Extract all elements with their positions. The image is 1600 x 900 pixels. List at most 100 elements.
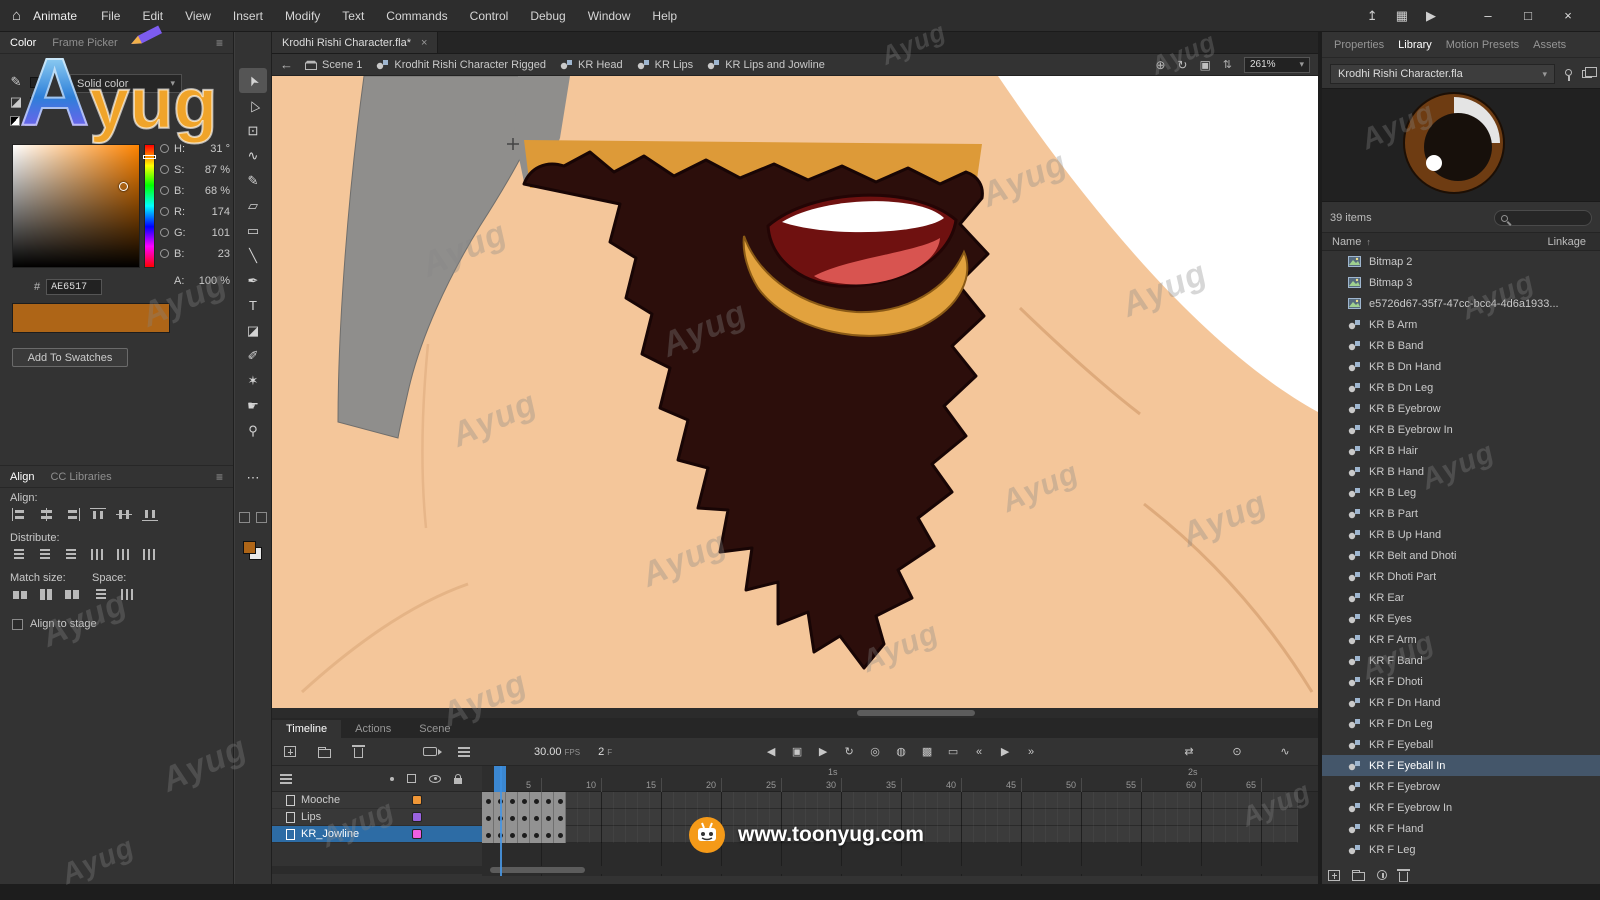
timeline-frame-cell[interactable]: [1106, 826, 1118, 843]
clip-content-icon[interactable]: ▣: [1199, 58, 1210, 72]
saturation-brightness-picker[interactable]: [12, 144, 140, 268]
timeline-frame-cell[interactable]: [506, 826, 518, 843]
item-properties-button[interactable]: [1377, 870, 1387, 880]
outline-column-icon[interactable]: [407, 774, 416, 783]
alpha-value[interactable]: 100 %: [199, 275, 230, 287]
lock-column-icon[interactable]: [454, 778, 462, 784]
timeline-frame-cell[interactable]: [1262, 792, 1274, 809]
timeline-frame-cell[interactable]: [1082, 792, 1094, 809]
timeline-frame-cell[interactable]: [734, 826, 746, 843]
breadcrumb-item[interactable]: Scene 1: [305, 59, 362, 71]
timeline-frame-cell[interactable]: [938, 826, 950, 843]
Bitmap 3[interactable]: Bitmap 3: [1322, 272, 1600, 293]
eyedropper-tool[interactable]: ✐: [239, 343, 267, 368]
timeline-frame-cell[interactable]: [686, 792, 698, 809]
KR B Eyebrow In[interactable]: KR B Eyebrow In: [1322, 419, 1600, 440]
timeline-frame-cell[interactable]: [878, 792, 890, 809]
timeline-frame-cell[interactable]: [1238, 809, 1250, 826]
breadcrumb-item[interactable]: Krodhit Rishi Character Rigged: [376, 59, 546, 71]
timeline-frame-cell[interactable]: [554, 809, 566, 826]
menubar-menu[interactable]: Text: [342, 9, 364, 23]
KR F Eyeball[interactable]: KR F Eyeball: [1322, 734, 1600, 755]
timeline-frame-cell[interactable]: [950, 792, 962, 809]
distribute-bottom-button[interactable]: [60, 544, 84, 564]
timeline-frame-cell[interactable]: [986, 809, 998, 826]
scrollbar-thumb[interactable]: [490, 867, 585, 873]
new-symbol-button[interactable]: [1328, 870, 1340, 881]
timeline-frame-cell[interactable]: [566, 809, 578, 826]
timeline-frame-cell[interactable]: [878, 826, 890, 843]
tool-option-button[interactable]: [256, 512, 267, 523]
fill-color-chip[interactable]: [30, 97, 46, 108]
timeline-frame-cell[interactable]: [842, 826, 854, 843]
timeline-frame-cell[interactable]: [1154, 809, 1166, 826]
library-search-input[interactable]: [1513, 213, 1583, 224]
subselection-tool[interactable]: ▷: [239, 93, 267, 118]
align-left-edge-button[interactable]: [8, 504, 32, 524]
timeline-frame-cell[interactable]: [746, 809, 758, 826]
delete-layer-button[interactable]: [348, 742, 368, 762]
timeline-frame-cell[interactable]: [818, 809, 830, 826]
panel-menu-icon[interactable]: ≡: [216, 36, 223, 50]
timeline-frame-cell[interactable]: [686, 826, 698, 843]
match-height-button[interactable]: [34, 584, 58, 604]
timeline-frames-row[interactable]: [482, 792, 1298, 809]
timeline-frame-cell[interactable]: [1130, 792, 1142, 809]
space-evenly-vertical-button[interactable]: [90, 584, 114, 604]
KR Eyes[interactable]: KR Eyes: [1322, 608, 1600, 629]
brush-tool[interactable]: ✎: [239, 168, 267, 193]
swap-icon[interactable]: ⇄: [1178, 742, 1200, 762]
timeline-frame-cell[interactable]: [794, 826, 806, 843]
new-library-panel-icon[interactable]: [1582, 70, 1592, 78]
timeline-frame-cell[interactable]: [1238, 792, 1250, 809]
timeline-frame-cell[interactable]: [506, 792, 518, 809]
delete-item-button[interactable]: [1399, 872, 1408, 882]
frames-grid[interactable]: [482, 792, 1318, 843]
timeline-frame-cell[interactable]: [590, 826, 602, 843]
timeline-frame-cell[interactable]: [1118, 792, 1130, 809]
timeline-frame-cell[interactable]: [650, 826, 662, 843]
Mooche[interactable]: Mooche: [272, 792, 482, 809]
playhead-marker[interactable]: [494, 766, 506, 792]
text-tool[interactable]: T: [239, 293, 267, 318]
timeline-frame-cell[interactable]: [866, 826, 878, 843]
timeline-frame-cell[interactable]: [974, 792, 986, 809]
timeline-frame-cell[interactable]: [554, 792, 566, 809]
timeline-frame-cell[interactable]: [554, 826, 566, 843]
timeline-frame-cell[interactable]: [866, 809, 878, 826]
timeline-frame-cell[interactable]: [998, 792, 1010, 809]
frames-column[interactable]: 1s2s 5101520253035404550556065: [482, 766, 1318, 876]
layer-color-swatch[interactable]: [412, 795, 422, 805]
stroke-color-icon[interactable]: ✎: [8, 74, 24, 90]
timeline-frame-cell[interactable]: [974, 826, 986, 843]
menubar-menu[interactable]: Help: [652, 9, 677, 23]
KR F Dn Leg[interactable]: KR F Dn Leg: [1322, 713, 1600, 734]
KR F Dn Hand[interactable]: KR F Dn Hand: [1322, 692, 1600, 713]
timeline-frame-cell[interactable]: [614, 826, 626, 843]
timeline-frame-cell[interactable]: [758, 826, 770, 843]
timeline-frame-cell[interactable]: [1094, 809, 1106, 826]
timeline-frame-cell[interactable]: [1034, 809, 1046, 826]
timeline-frame-cell[interactable]: [638, 826, 650, 843]
new-folder-button[interactable]: [314, 742, 334, 762]
color-component-value[interactable]: 23: [218, 248, 230, 260]
timeline-frame-cell[interactable]: [926, 809, 938, 826]
timeline-frame-cell[interactable]: [542, 792, 554, 809]
edit-multiple-frames-button[interactable]: ▩: [916, 742, 938, 762]
insert-keyframe-button[interactable]: [280, 742, 300, 762]
timeline-frame-cell[interactable]: [674, 826, 686, 843]
KR F Arm[interactable]: KR F Arm: [1322, 629, 1600, 650]
timeline-frame-cell[interactable]: [962, 809, 974, 826]
visibility-column-icon[interactable]: [429, 775, 441, 783]
timeline-frame-cell[interactable]: [482, 826, 494, 843]
add-camera-button[interactable]: [420, 742, 440, 762]
color-picker-indicator[interactable]: [119, 182, 128, 191]
lasso-tool[interactable]: ∿: [239, 143, 267, 168]
timeline-frame-cell[interactable]: [818, 792, 830, 809]
timeline-frame-cell[interactable]: [1274, 809, 1286, 826]
document-tab[interactable]: Krodhi Rishi Character.fla* ×: [272, 32, 438, 53]
timeline-frame-cell[interactable]: [614, 809, 626, 826]
timeline-frame-cell[interactable]: [1286, 826, 1298, 843]
KR B Dn Leg[interactable]: KR B Dn Leg: [1322, 377, 1600, 398]
workspace-icon[interactable]: ▦: [1396, 8, 1408, 24]
